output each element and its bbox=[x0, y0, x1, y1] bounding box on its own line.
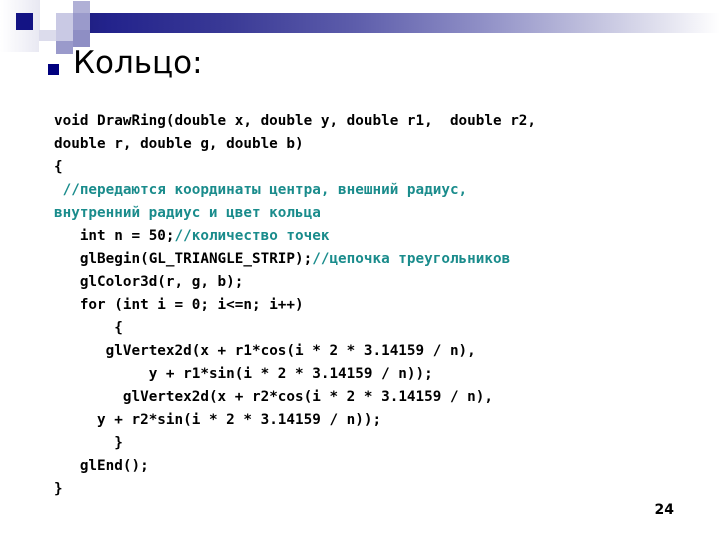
code-line: void DrawRing(double x, double y, double… bbox=[54, 110, 704, 133]
code-text: int n = 50; bbox=[79, 228, 175, 244]
code-text: for (int i = 0; i<=n; i++) bbox=[79, 297, 304, 313]
code-line: glBegin(GL_TRIANGLE_STRIP);//цепочка тре… bbox=[54, 248, 704, 271]
code-line: } bbox=[54, 432, 704, 455]
header-square-light-upper bbox=[56, 13, 73, 30]
code-line: //передаются координаты центра, внешний … bbox=[54, 179, 704, 202]
code-line: { bbox=[54, 156, 704, 179]
code-text: y + r1*sin(i * 2 * 3.14159 / n)); bbox=[148, 366, 433, 382]
code-text: } bbox=[114, 435, 123, 451]
code-text: y + r2*sin(i * 2 * 3.14159 / n)); bbox=[97, 412, 382, 428]
code-text: glEnd(); bbox=[79, 458, 149, 474]
page-title: Кольцо: bbox=[73, 45, 203, 81]
code-line: y + r2*sin(i * 2 * 3.14159 / n)); bbox=[54, 409, 704, 432]
title-bullet-icon bbox=[48, 64, 59, 75]
code-line: glVertex2d(x + r2*cos(i * 2 * 3.14159 / … bbox=[54, 386, 704, 409]
code-line: glVertex2d(x + r1*cos(i * 2 * 3.14159 / … bbox=[54, 340, 704, 363]
code-line: y + r1*sin(i * 2 * 3.14159 / n)); bbox=[54, 363, 704, 386]
code-comment: //количество точек bbox=[174, 228, 330, 244]
code-text: glVertex2d(x + r1*cos(i * 2 * 3.14159 / … bbox=[105, 343, 476, 359]
code-line: { bbox=[54, 317, 704, 340]
code-text: { bbox=[54, 159, 63, 175]
code-line: int n = 50;//количество точек bbox=[54, 225, 704, 248]
code-text: glVertex2d(x + r2*cos(i * 2 * 3.14159 / … bbox=[122, 389, 493, 405]
code-comment: //цепочка треугольников bbox=[312, 251, 511, 267]
code-line: glEnd(); bbox=[54, 455, 704, 478]
header-square-navy bbox=[16, 13, 33, 30]
code-listing: void DrawRing(double x, double y, double… bbox=[54, 110, 704, 501]
code-text: } bbox=[54, 481, 63, 497]
code-line: for (int i = 0; i<=n; i++) bbox=[54, 294, 704, 317]
slide-title-row: Кольцо: bbox=[48, 48, 203, 79]
header-square-medium-middle bbox=[73, 13, 90, 30]
code-comment: //передаются координаты центра, внешний … bbox=[62, 182, 468, 198]
code-text: { bbox=[114, 320, 123, 336]
code-comment: внутренний радиус и цвет кольца bbox=[54, 205, 321, 221]
code-text: double r, double g, double b) bbox=[54, 136, 304, 152]
code-line: double r, double g, double b) bbox=[54, 133, 704, 156]
code-text: glBegin(GL_TRIANGLE_STRIP); bbox=[79, 251, 313, 267]
header-gradient-bar bbox=[56, 13, 720, 33]
code-line: glColor3d(r, g, b); bbox=[54, 271, 704, 294]
code-text: void DrawRing(double x, double y, double… bbox=[54, 113, 537, 129]
slide-number: 24 bbox=[654, 502, 674, 518]
code-line: } bbox=[54, 478, 704, 501]
code-text: glColor3d(r, g, b); bbox=[79, 274, 244, 290]
code-line: внутренний радиус и цвет кольца bbox=[54, 202, 704, 225]
